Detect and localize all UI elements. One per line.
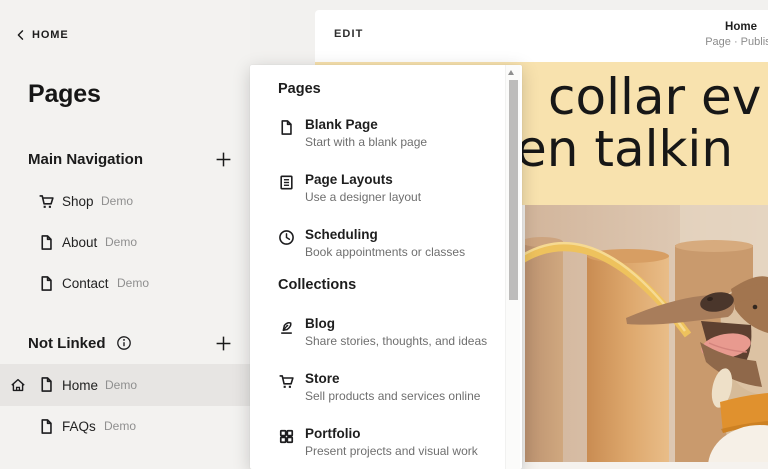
menu-item-subtitle: Present projects and visual work bbox=[305, 444, 478, 458]
add-page-main-nav-button[interactable] bbox=[214, 150, 232, 168]
back-home-button[interactable]: HOME bbox=[15, 29, 69, 41]
menu-item-subtitle: Share stories, thoughts, and ideas bbox=[305, 334, 488, 348]
menu-item-title: Blog bbox=[305, 316, 335, 331]
menu-item-portfolio[interactable]: Portfolio Present projects and visual wo… bbox=[278, 425, 493, 459]
sidebar-item-about[interactable]: About Demo bbox=[0, 222, 250, 262]
menu-item-subtitle: Book appointments or classes bbox=[305, 245, 466, 259]
menu-heading-collections: Collections bbox=[278, 277, 357, 293]
sidebar-title: Pages bbox=[28, 80, 101, 108]
section-main-navigation: Main Navigation bbox=[28, 149, 232, 169]
page-icon bbox=[41, 276, 52, 291]
menu-item-subtitle: Use a designer layout bbox=[305, 190, 422, 204]
menu-item-scheduling[interactable]: Scheduling Book appointments or classes bbox=[278, 226, 493, 260]
section-not-linked-label: Not Linked bbox=[28, 334, 106, 352]
chevron-left-icon bbox=[17, 30, 24, 40]
clock-icon bbox=[279, 230, 294, 245]
preview-toolbar: EDIT Home Page · Publish bbox=[315, 10, 768, 62]
page-icon bbox=[41, 419, 52, 434]
info-icon bbox=[116, 336, 131, 350]
demo-badge: Demo bbox=[105, 378, 138, 392]
menu-item-store[interactable]: Store Sell products and services online bbox=[278, 370, 493, 404]
menu-item-subtitle: Start with a blank page bbox=[305, 135, 428, 149]
menu-item-title: Scheduling bbox=[305, 227, 378, 242]
add-page-menu: Pages Blank Page Start with a blank page… bbox=[250, 65, 522, 469]
page-name: Home bbox=[725, 21, 757, 33]
demo-badge: Demo bbox=[117, 276, 150, 290]
menu-item-title: Portfolio bbox=[305, 426, 361, 441]
menu-scrollbar-thumb[interactable] bbox=[509, 80, 518, 300]
sidebar-item-label: Contact bbox=[62, 275, 109, 291]
hero-text-line1: collar ev bbox=[548, 68, 762, 126]
demo-badge: Demo bbox=[101, 194, 134, 208]
section-main-navigation-label: Main Navigation bbox=[28, 150, 144, 168]
sidebar-item-label: About bbox=[62, 234, 98, 250]
back-home-label: HOME bbox=[32, 29, 69, 41]
page-icon bbox=[41, 235, 52, 250]
add-page-not-linked-button[interactable] bbox=[214, 334, 232, 352]
menu-item-title: Blank Page bbox=[305, 117, 378, 132]
sidebar-item-label: Home bbox=[62, 377, 99, 393]
menu-item-title: Page Layouts bbox=[305, 172, 393, 187]
dog-photo-illustration bbox=[525, 205, 768, 462]
page-layouts-icon bbox=[280, 175, 293, 190]
sidebar-item-faqs[interactable]: FAQs Demo bbox=[0, 406, 250, 446]
pages-sidebar: HOME Pages Main Navigation Shop Demo Abo… bbox=[0, 0, 250, 469]
menu-heading-pages: Pages bbox=[278, 81, 321, 97]
app-window: EDIT Home Page · Publish collar ev en ta… bbox=[0, 0, 768, 469]
sidebar-item-label: Shop bbox=[62, 193, 94, 209]
home-icon bbox=[11, 378, 25, 392]
page-background-strip bbox=[525, 462, 768, 469]
demo-badge: Demo bbox=[104, 419, 137, 433]
plus-icon bbox=[216, 152, 230, 166]
grid-icon bbox=[279, 429, 294, 444]
section-not-linked: Not Linked bbox=[28, 333, 232, 353]
plus-icon bbox=[216, 336, 230, 350]
sidebar-item-shop[interactable]: Shop Demo bbox=[0, 181, 250, 221]
page-status: Page · Publish bbox=[705, 36, 768, 48]
menu-item-page-layouts[interactable]: Page Layouts Use a designer layout bbox=[278, 171, 493, 205]
sidebar-item-home-active[interactable]: Home Demo bbox=[0, 364, 250, 406]
cart-icon bbox=[39, 195, 54, 208]
page-icon bbox=[41, 377, 52, 392]
sidebar-item-label: FAQs bbox=[62, 418, 96, 434]
menu-item-blank-page[interactable]: Blank Page Start with a blank page bbox=[278, 116, 493, 150]
scroll-up-arrow-icon[interactable] bbox=[508, 70, 514, 75]
menu-item-title: Store bbox=[305, 371, 340, 386]
demo-badge: Demo bbox=[105, 235, 138, 249]
pen-icon bbox=[281, 321, 292, 334]
menu-item-blog[interactable]: Blog Share stories, thoughts, and ideas bbox=[278, 315, 493, 349]
hero-photo[interactable] bbox=[525, 205, 768, 462]
menu-item-subtitle: Sell products and services online bbox=[305, 389, 481, 403]
hero-text-line2: en talkin bbox=[516, 120, 734, 178]
sidebar-item-contact[interactable]: Contact Demo bbox=[0, 263, 250, 303]
not-linked-info-button[interactable] bbox=[116, 335, 132, 351]
cart-icon bbox=[279, 375, 294, 388]
edit-button[interactable]: EDIT bbox=[334, 28, 363, 40]
blank-page-icon bbox=[281, 120, 292, 135]
page-info: Home Page · Publish bbox=[695, 20, 768, 49]
